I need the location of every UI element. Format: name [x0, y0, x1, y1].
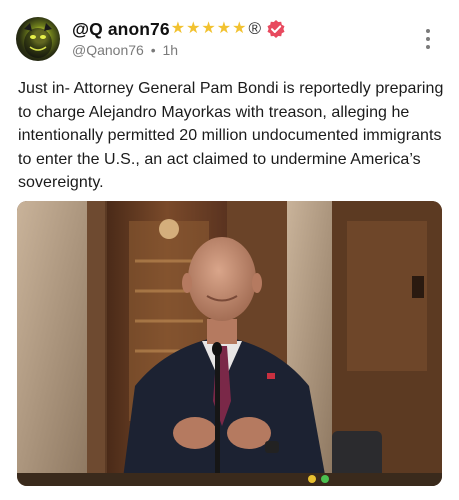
- post-text: Just in- Attorney General Pam Bondi is r…: [18, 80, 444, 191]
- star-icon: ★: [186, 20, 201, 37]
- star-icon: ★: [232, 20, 247, 37]
- star-icon: ★: [170, 20, 186, 37]
- post-image[interactable]: [17, 201, 442, 486]
- post-timestamp[interactable]: 1h: [163, 42, 179, 58]
- author-display-name[interactable]: @Q anon76: [72, 19, 170, 40]
- star-icon: ★: [216, 20, 232, 37]
- author-name-row: @Q anon76 ★ ★ ★ ★ ★ ®: [72, 17, 286, 41]
- avatar[interactable]: [16, 17, 60, 61]
- post-meta: @Qanon76 • 1h: [72, 42, 178, 58]
- author-handle[interactable]: @Qanon76: [72, 42, 144, 58]
- star-icon: ★: [201, 20, 216, 37]
- post-card: @Q anon76 ★ ★ ★ ★ ★ ® @Qanon76 • 1h Just…: [0, 0, 459, 500]
- meta-separator: •: [150, 42, 156, 58]
- registered-mark: ®: [248, 19, 261, 38]
- verified-badge-icon: [266, 19, 286, 39]
- more-options-icon[interactable]: [418, 27, 438, 51]
- panther-avatar-icon: [24, 23, 52, 58]
- post-photo: [17, 201, 442, 486]
